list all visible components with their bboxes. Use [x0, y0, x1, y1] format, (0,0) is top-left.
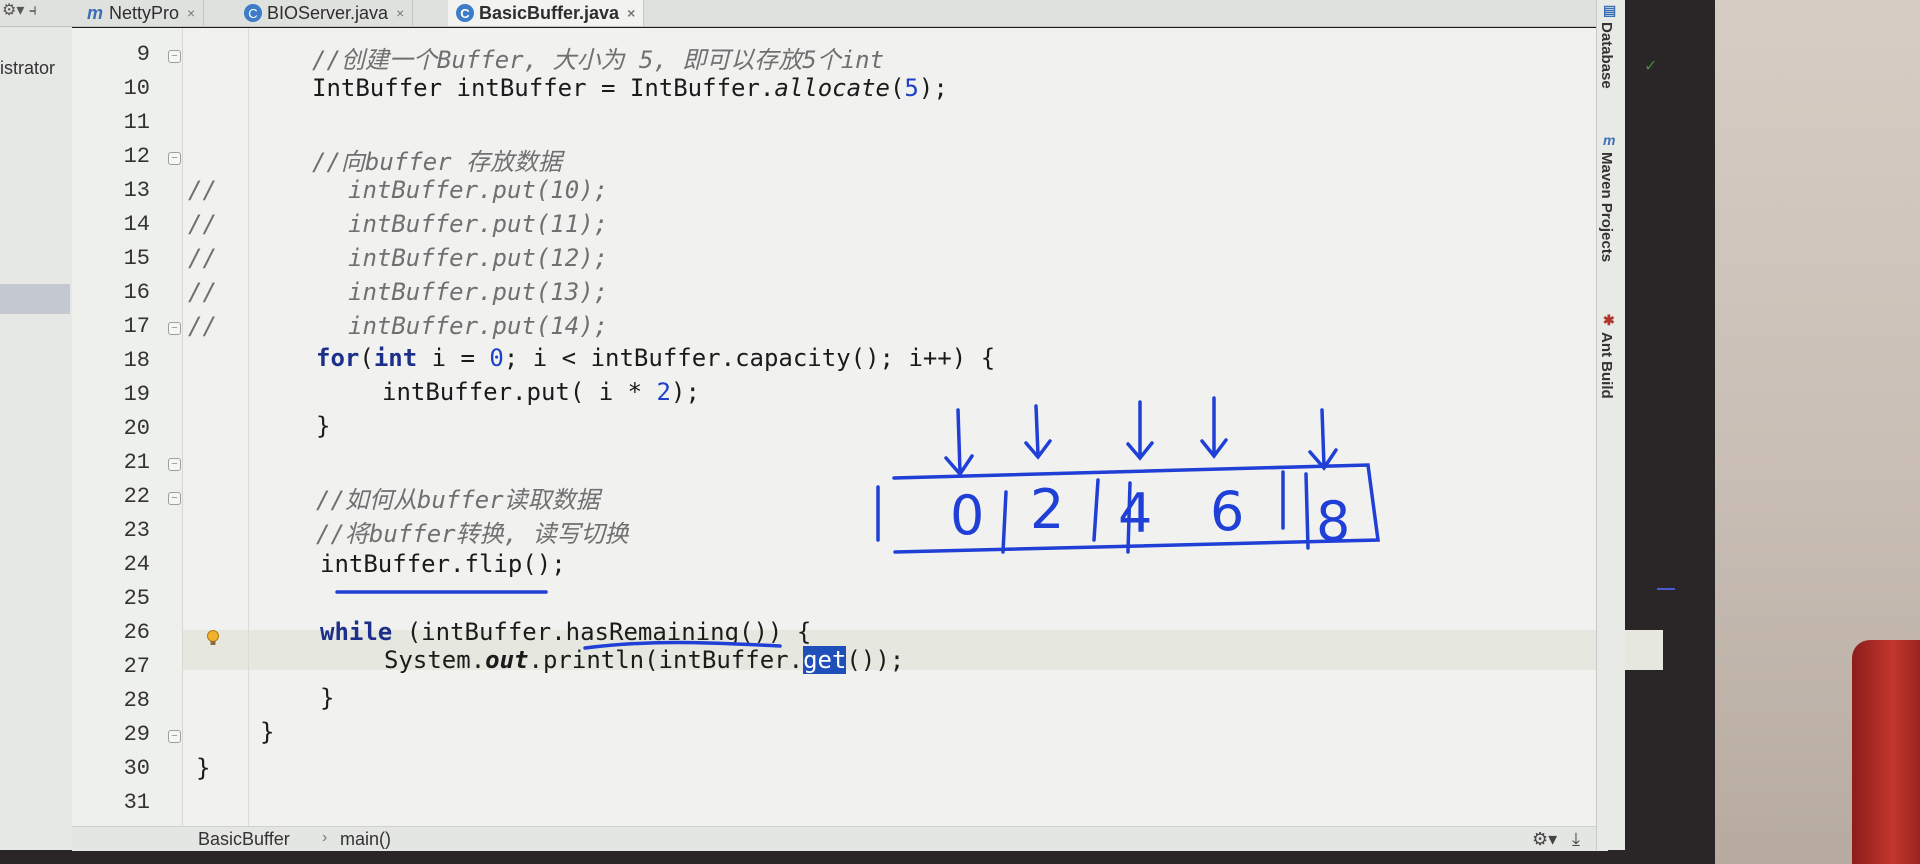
arrow-position-3 [1200, 396, 1228, 459]
buffer-value-4: 4 [1118, 482, 1152, 545]
handwritten-annotation: 0 2 4 6 8 [335, 396, 1380, 650]
buffer-value-8: 8 [1316, 490, 1350, 553]
arrow-position-2 [1126, 400, 1154, 461]
arrow-position-0 [944, 408, 974, 477]
arrow-position-1 [1024, 404, 1052, 460]
divider-2 [1092, 478, 1100, 542]
arrow-position-4 [1308, 408, 1338, 471]
underline-hasremaining [583, 640, 782, 650]
buffer-value-0: 0 [950, 484, 984, 547]
buffer-value-2: 2 [1030, 478, 1064, 541]
buffer-value-6: 6 [1210, 480, 1244, 543]
divider-5 [1304, 472, 1310, 550]
divider-1 [1001, 490, 1008, 554]
